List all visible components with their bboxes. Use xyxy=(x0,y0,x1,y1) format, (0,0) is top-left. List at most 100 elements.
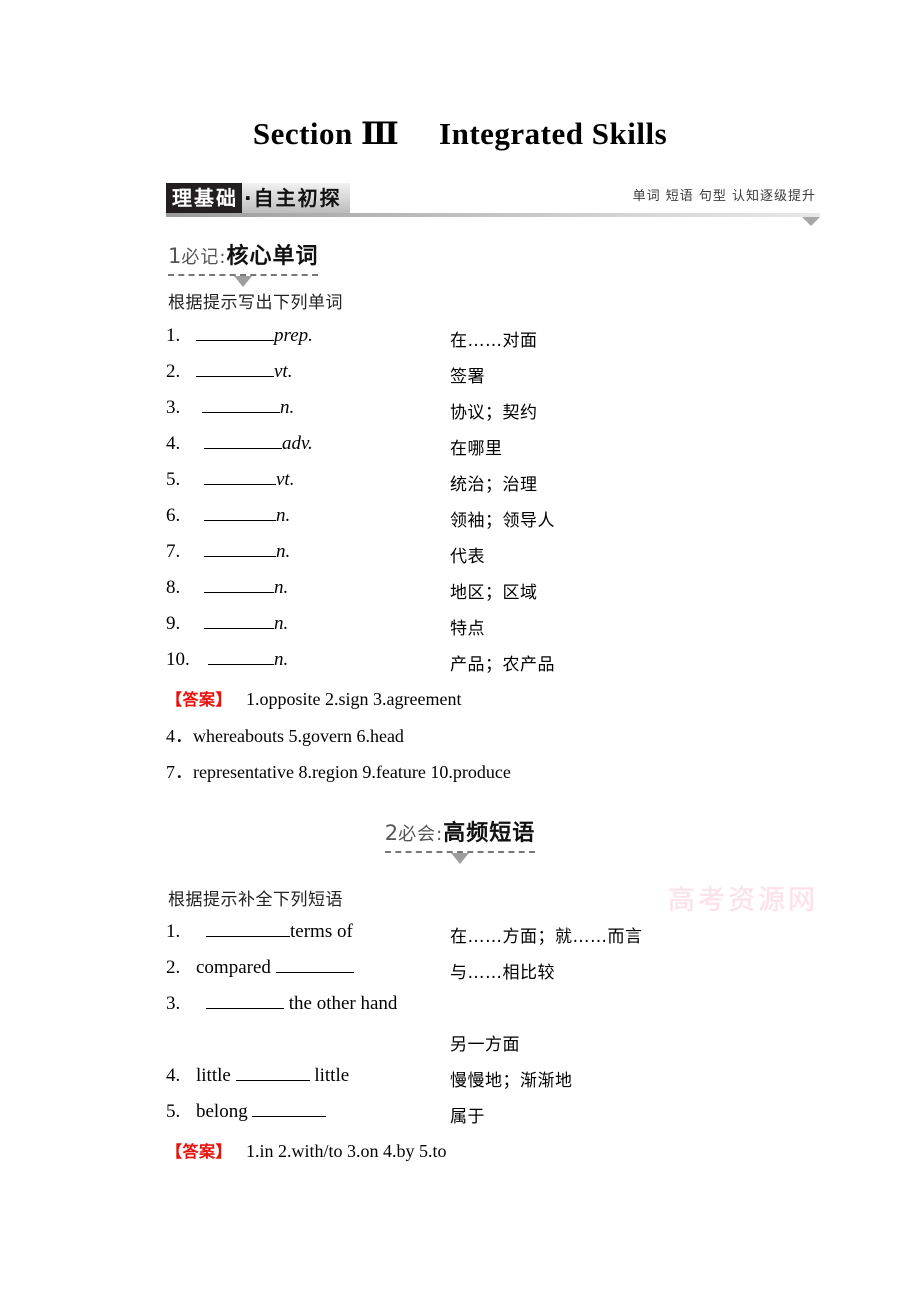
phrase-item-number: 1. xyxy=(166,921,181,942)
phrase-item-number: 4. xyxy=(166,1065,181,1086)
answer-blank[interactable] xyxy=(196,325,274,341)
phrase-item-number: 3. xyxy=(166,993,181,1014)
subheading-main: 高频短语 xyxy=(443,821,536,846)
phrase-item-row: 4. little little 慢慢地；渐渐地 xyxy=(166,1065,866,1099)
word-item-number: 5. xyxy=(166,469,181,490)
page-title: Section Ⅲ Integrated Skills xyxy=(252,116,668,151)
word-item-row: 2. vt. 签署 xyxy=(166,361,866,395)
phrase-item-meaning: 属于 xyxy=(450,1107,485,1127)
word-item-row: 3. n. 协议；契约 xyxy=(166,397,866,431)
word-item-term: n. xyxy=(196,397,294,419)
word-item-meaning: 在……对面 xyxy=(450,331,538,351)
word-item-meaning: 代表 xyxy=(450,547,485,567)
answer-label: 【答案】 xyxy=(166,1142,233,1161)
word-item-row: 4. adv. 在哪里 xyxy=(166,433,866,467)
phrase-item-meaning: 慢慢地；渐渐地 xyxy=(450,1071,573,1091)
phrase-item-meaning: 与……相比较 xyxy=(450,963,555,983)
word-item-meaning: 在哪里 xyxy=(450,439,503,459)
word-item-number: 4. xyxy=(166,433,181,454)
word-item-meaning: 地区；区域 xyxy=(450,583,538,603)
phrase-item-number: 5. xyxy=(166,1101,181,1122)
word-item-term: adv. xyxy=(196,433,313,455)
phrase-text-before: belong xyxy=(196,1101,253,1122)
answer-text-3: 7．representative 8.region 9.feature 10.p… xyxy=(166,762,511,782)
part-of-speech: n. xyxy=(276,541,291,562)
part-of-speech: n. xyxy=(274,649,289,670)
answer-blank[interactable] xyxy=(204,577,274,593)
answer-blank[interactable] xyxy=(275,957,354,973)
phrase-item-term: terms of xyxy=(196,921,353,943)
triangle-down-icon xyxy=(802,217,820,226)
word-item-term: prep. xyxy=(196,325,313,347)
phrase-item-term: little little xyxy=(196,1065,349,1087)
answer-blank[interactable] xyxy=(206,921,290,937)
subheading-prefix: 必会: xyxy=(398,824,444,845)
triangle-down-icon xyxy=(451,853,469,864)
watermark: 高考资源网 xyxy=(668,885,818,916)
phrase-item-term: the other hand xyxy=(196,993,397,1015)
answer-blank[interactable] xyxy=(202,397,280,413)
triangle-down-icon xyxy=(234,276,253,287)
answer-phrases: 【答案】 1.in 2.with/to 3.on 4.by 5.to xyxy=(166,1138,447,1163)
subheading-core-words: 1必记:核心单词 xyxy=(168,238,319,287)
word-item-meaning: 特点 xyxy=(450,619,485,639)
word-item-row: 10. n. 产品；农产品 xyxy=(166,649,866,683)
section-banner: 理基础 ·自主初探 单词 短语 句型 认知逐级提升 xyxy=(166,183,820,226)
answer-text-2: 4．whereabouts 5.govern 6.head xyxy=(166,726,404,746)
part-of-speech: n. xyxy=(274,577,289,598)
answer-core-words: 【答案】 1.opposite 2.sign 3.agreement xyxy=(166,686,461,711)
part-of-speech: prep. xyxy=(274,325,313,346)
banner-tag-light: ·自主初探 xyxy=(242,183,350,213)
banner-caption: 单词 短语 句型 认知逐级提升 xyxy=(632,189,816,204)
phrase-item-row: 1. terms of 在……方面；就……而言 xyxy=(166,921,866,955)
subheading-number: 1 xyxy=(168,244,182,268)
answer-label: 【答案】 xyxy=(166,690,233,709)
word-item-meaning: 协议；契约 xyxy=(450,403,538,423)
word-item-term: n. xyxy=(196,613,288,635)
word-item-term: n. xyxy=(196,541,290,563)
word-item-number: 2. xyxy=(166,361,181,382)
phrase-item-term: belong xyxy=(196,1101,327,1123)
phrase-text-after: terms of xyxy=(290,921,353,942)
word-item-term: n. xyxy=(196,505,290,527)
answer-blank[interactable] xyxy=(204,433,282,449)
word-item-term: vt. xyxy=(196,361,292,383)
word-item-row: 6. n. 领袖；领导人 xyxy=(166,505,866,539)
word-item-number: 6. xyxy=(166,505,181,526)
phrase-item-3-cn-wrap: 另一方面 xyxy=(166,1029,866,1063)
answer-blank[interactable] xyxy=(204,469,276,485)
phrase-item-row: 2. compared 与……相比较 xyxy=(166,957,866,991)
phrase-text-after: little xyxy=(309,1065,350,1086)
answer-blank[interactable] xyxy=(204,505,276,521)
word-item-number: 1. xyxy=(166,325,181,346)
banner-rule xyxy=(166,213,820,217)
answer-blank[interactable] xyxy=(208,649,274,665)
phrase-item-number: 2. xyxy=(166,957,181,978)
part-of-speech: adv. xyxy=(282,433,313,454)
answer-blank[interactable] xyxy=(235,1065,310,1081)
answer-blank[interactable] xyxy=(204,541,276,557)
answer-blank[interactable] xyxy=(204,613,274,629)
answer-blank[interactable] xyxy=(196,361,274,377)
phrase-item-term: compared xyxy=(196,957,354,979)
answer-text-1: 1.in 2.with/to 3.on 4.by 5.to xyxy=(246,1141,447,1161)
word-item-meaning: 领袖；领导人 xyxy=(450,511,555,531)
part-of-speech: n. xyxy=(276,505,291,526)
part-of-speech: n. xyxy=(280,397,295,418)
word-item-number: 8. xyxy=(166,577,181,598)
phrase-meaning-wrapped: 另一方面 xyxy=(450,1035,520,1055)
answer-blank[interactable] xyxy=(206,993,284,1009)
word-item-row: 7. n. 代表 xyxy=(166,541,866,575)
prompt-core-words: 根据提示写出下列单词 xyxy=(168,293,343,313)
phrase-text-before: little xyxy=(196,1065,236,1086)
word-item-meaning: 签署 xyxy=(450,367,485,387)
part-of-speech: vt. xyxy=(276,469,295,490)
subheading-number: 2 xyxy=(384,821,399,845)
phrase-text-before: compared xyxy=(196,957,276,978)
phrase-item-row: 3. the other hand xyxy=(166,993,866,1027)
phrase-text-after: the other hand xyxy=(284,993,398,1014)
word-item-row: 1. prep. 在……对面 xyxy=(166,325,866,359)
part-of-speech: n. xyxy=(274,613,289,634)
answer-blank[interactable] xyxy=(252,1101,327,1117)
word-item-term: vt. xyxy=(196,469,294,491)
